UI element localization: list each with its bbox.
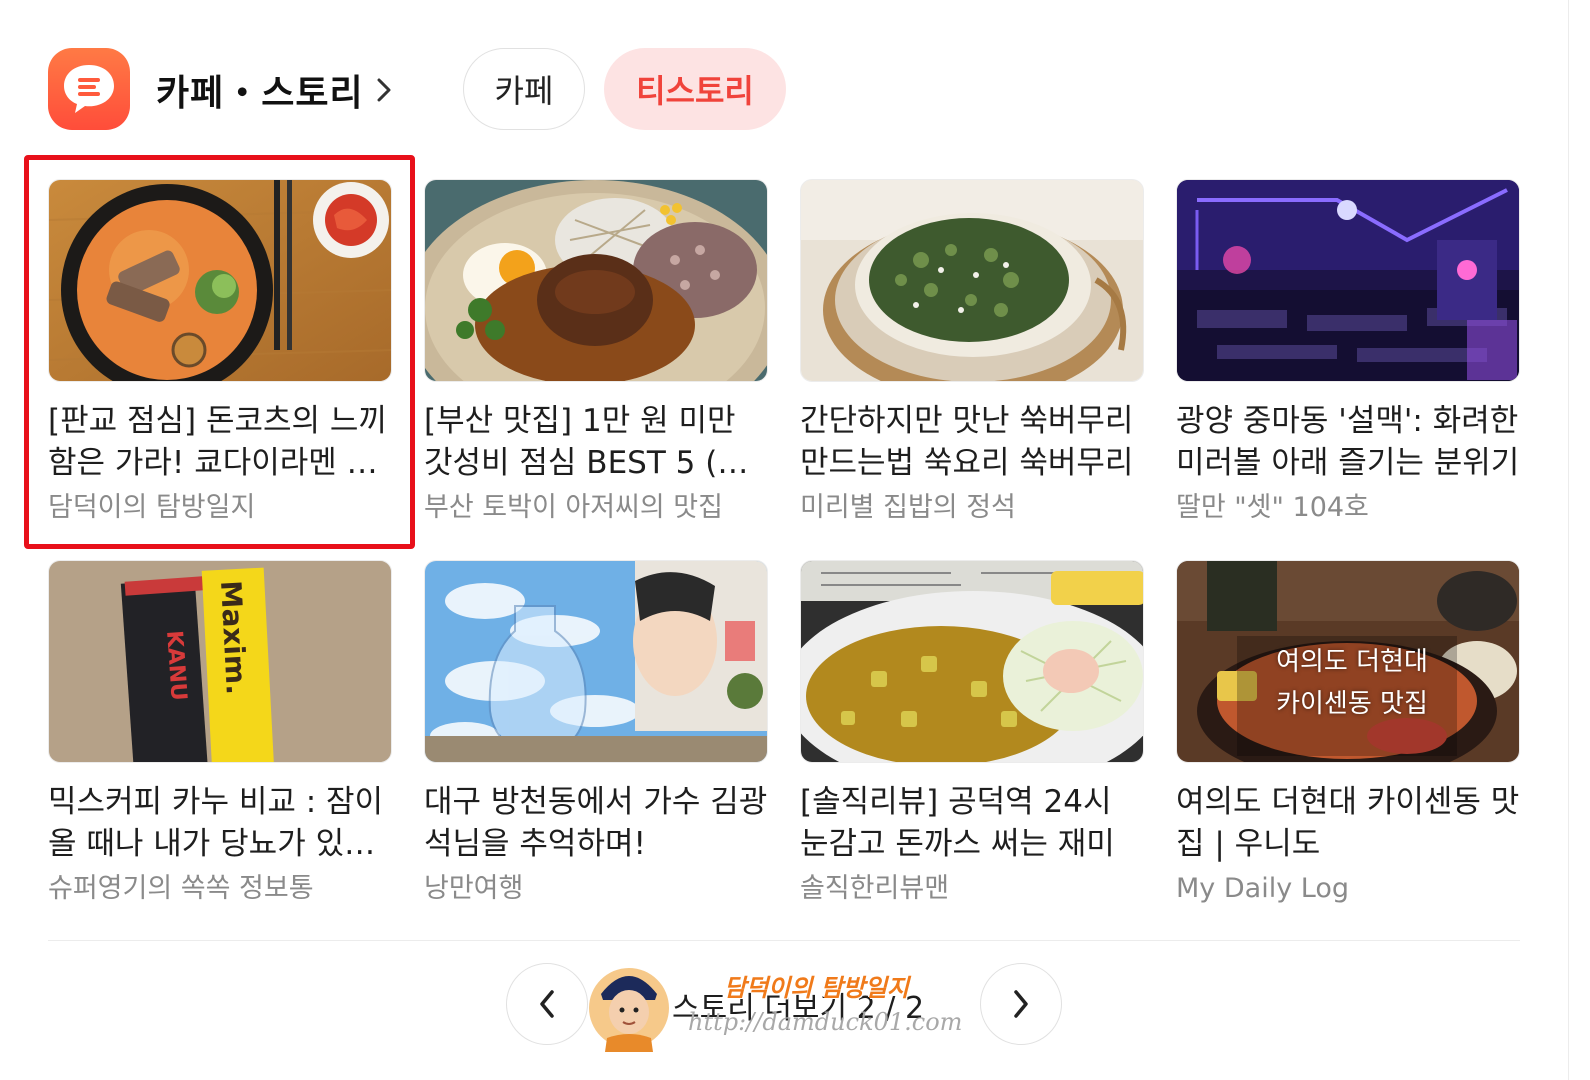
thumbnail-overlay-text: 여의도 더현대 카이센동 맛집 <box>1247 641 1457 725</box>
card-source: 낭만여행 <box>424 873 524 904</box>
card-source: 솔직한리뷰맨 <box>800 873 950 904</box>
card-title: 광양 중마동 '설맥': 화려한 미러볼 아래 즐기는 분위기 <box>1176 403 1520 481</box>
card-title: 여의도 더현대 카이센동 맛집 | 우니도 <box>1176 784 1520 862</box>
story-panel: 카페・스토리 카페 티스토리 [판교 점심] 돈코츠의 느끼함은 가라! 쿄다이… <box>0 0 1568 1080</box>
speech-bubble-app-icon <box>48 48 130 130</box>
card-source: 부산 토박이 아저씨의 맛집 <box>424 492 723 523</box>
card-title: [판교 점심] 돈코츠의 느끼함은 가라! 쿄다이라멘 판교점 <box>48 403 387 481</box>
story-card[interactable]: [판교 점심] 돈코츠의 느끼함은 가라! 쿄다이라멘 판교점 담덕이의 탐방일… <box>48 179 392 528</box>
panel-edge <box>1568 0 1590 1080</box>
neon-pub-thumbnail <box>1176 179 1520 382</box>
card-title: [부산 맛집] 1만 원 미만 갓성비 점심 BEST 5 (내돈내산) <box>424 403 746 481</box>
story-card[interactable]: [솔직리뷰] 공덕역 24시 눈감고 돈까스 써는 재미 솔직한리뷰맨 <box>800 560 1144 909</box>
coffee-sticks-thumbnail: KANU Maxim. <box>48 560 392 763</box>
prev-page-button[interactable] <box>506 963 588 1045</box>
story-card[interactable]: 대구 방천동에서 가수 김광석님을 추억하며! 낭만여행 <box>424 560 768 909</box>
ramen-bowl-thumbnail <box>48 179 392 382</box>
divider <box>48 940 1520 941</box>
watermark-avatar <box>589 968 669 1052</box>
hamburg-steak-thumbnail <box>424 179 768 382</box>
story-card[interactable]: [부산 맛집] 1만 원 미만 갓성비 점심 BEST 5 (내돈내산) 부산 … <box>424 179 768 528</box>
curry-cutlet-thumbnail <box>800 560 1144 763</box>
card-title: 믹스커피 카누 비교 : 잠이 올 때나 내가 당뇨가 있다면 <box>48 784 384 862</box>
story-card[interactable]: KANU Maxim. 믹스커피 카누 비교 : 잠이 올 때나 내가 당뇨가 … <box>48 560 392 909</box>
story-card[interactable]: 간단하지만 맛난 쑥버무리 만드는법 쑥요리 쑥버무리 미리별 집밥의 정석 <box>800 179 1144 528</box>
tab-cafe[interactable]: 카페 <box>463 48 585 130</box>
svg-text:KANU: KANU <box>161 630 191 702</box>
card-source: 딸만 "셋" 104호 <box>1176 492 1369 523</box>
card-source: 미리별 집밥의 정석 <box>800 492 1016 523</box>
section-title-link[interactable]: 카페・스토리 <box>156 62 394 118</box>
card-source: 슈퍼영기의 쏙쏙 정보통 <box>48 873 314 904</box>
card-title: [솔직리뷰] 공덕역 24시 눈감고 돈까스 써는 재미 <box>800 784 1115 862</box>
street-mural-thumbnail <box>424 560 768 763</box>
chevron-right-icon <box>377 78 391 102</box>
watermark-url: http://damduck01.com <box>688 1008 963 1036</box>
card-source: My Daily Log <box>1176 873 1349 904</box>
card-source: 담덕이의 탐방일지 <box>48 492 256 523</box>
chevron-right-icon <box>1014 990 1028 1018</box>
kaisendon-thumbnail: 여의도 더현대 카이센동 맛집 <box>1176 560 1520 763</box>
section-header: 카페・스토리 카페 티스토리 <box>48 48 1528 130</box>
overlay-line: 여의도 더현대 <box>1276 647 1428 677</box>
tab-tistory[interactable]: 티스토리 <box>604 48 786 130</box>
section-title: 카페・스토리 <box>156 73 364 114</box>
next-page-button[interactable] <box>980 963 1062 1045</box>
story-card[interactable]: 여의도 더현대 카이센동 맛집 여의도 더현대 카이센동 맛집 | 우니도 My… <box>1176 560 1520 909</box>
card-title: 간단하지만 맛난 쑥버무리 만드는법 쑥요리 쑥버무리 <box>800 403 1134 481</box>
mugwort-cake-thumbnail <box>800 179 1144 382</box>
chevron-left-icon <box>540 990 554 1018</box>
svg-text:Maxim.: Maxim. <box>214 580 253 696</box>
story-card[interactable]: 광양 중마동 '설맥': 화려한 미러볼 아래 즐기는 분위기 딸만 "셋" 1… <box>1176 179 1520 528</box>
overlay-line: 카이센동 맛집 <box>1276 689 1428 719</box>
watermark-name: 담덕이의 탐방일지 <box>724 974 909 1002</box>
card-title: 대구 방천동에서 가수 김광석님을 추억하며! <box>424 784 768 862</box>
